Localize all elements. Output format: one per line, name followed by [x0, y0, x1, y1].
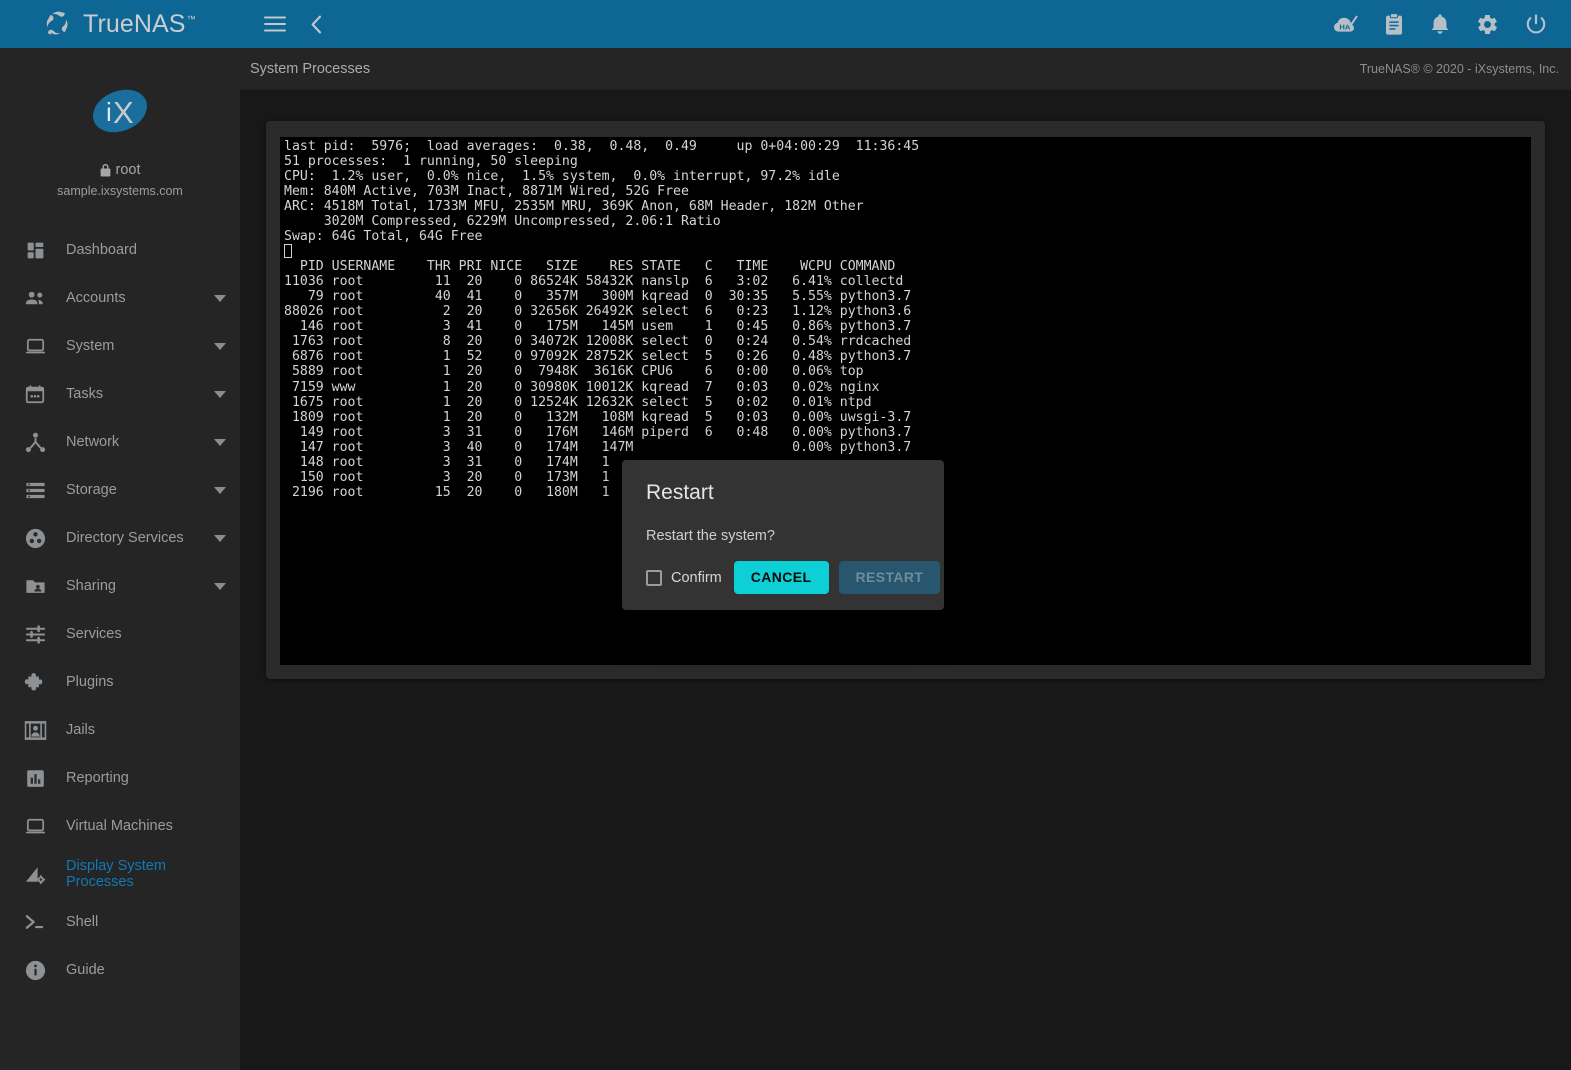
sidebar-item-tasks[interactable]: Tasks — [0, 370, 240, 418]
dialog-actions: Confirm CANCEL RESTART — [646, 561, 941, 594]
chevron-down-icon[interactable] — [214, 582, 226, 590]
sidebar-item-shell[interactable]: Shell — [0, 898, 240, 946]
sidebar-item-plugins[interactable]: Plugins — [0, 658, 240, 706]
copyright-label: TrueNAS® © 2020 - iXsystems, Inc. — [1359, 61, 1559, 76]
dialog-message: Restart the system? — [646, 528, 775, 544]
ha-status-icon[interactable]: HA — [1332, 13, 1358, 35]
svg-text:i: i — [106, 97, 112, 127]
chevron-left-icon[interactable] — [310, 15, 322, 34]
network-tree-icon — [22, 429, 48, 455]
monitor-icon — [22, 813, 48, 839]
sidebar-item-system[interactable]: System — [0, 322, 240, 370]
processes-gear-icon — [22, 861, 48, 887]
toolbar-right-group: HA — [1332, 12, 1547, 36]
top-toolbar: HA — [240, 0, 1571, 48]
sidebar-nav: Dashboard Accounts System Tasks Network — [0, 220, 240, 1070]
sidebar-item-directory-services[interactable]: Directory Services — [0, 514, 240, 562]
sidebar-item-storage[interactable]: Storage — [0, 466, 240, 514]
sidebar-item-sharing[interactable]: Sharing — [0, 562, 240, 610]
sidebar-item-virtual-machines[interactable]: Virtual Machines — [0, 802, 240, 850]
sidebar-item-label: Services — [66, 626, 122, 642]
laptop-icon — [22, 333, 48, 359]
people-icon — [22, 285, 48, 311]
sidebar-item-label: Virtual Machines — [66, 818, 173, 834]
settings-gear-icon[interactable] — [1476, 13, 1499, 36]
chevron-down-icon[interactable] — [214, 534, 226, 542]
calendar-icon — [22, 381, 48, 407]
hostname-label: sample.ixsystems.com — [57, 184, 183, 198]
chevron-down-icon[interactable] — [214, 390, 226, 398]
user-profile-block: i X root sample.ixsystems.com — [0, 48, 240, 220]
puzzle-piece-icon — [22, 669, 48, 695]
sidebar-item-display-system-processes[interactable]: Display System Processes — [0, 850, 240, 898]
sidebar-item-guide[interactable]: Guide — [0, 946, 240, 994]
breadcrumb-bar: System Processes TrueNAS® © 2020 - iXsys… — [240, 48, 1571, 90]
sidebar-item-dashboard[interactable]: Dashboard — [0, 226, 240, 274]
directory-services-icon — [22, 525, 48, 551]
sidebar-item-label: Guide — [66, 962, 105, 978]
dialog-title: Restart — [646, 481, 714, 504]
sidebar-item-reporting[interactable]: Reporting — [0, 754, 240, 802]
jobs-clipboard-icon[interactable] — [1384, 12, 1404, 36]
brand-header[interactable]: TrueNAS™ — [0, 0, 240, 48]
dashboard-icon — [22, 237, 48, 263]
checkbox-unchecked-icon[interactable] — [646, 569, 662, 586]
sidebar-item-label: Shell — [66, 914, 99, 930]
brand-title: TrueNAS™ — [83, 9, 196, 38]
sidebar: TrueNAS™ i X root sample.ixsystems.com D… — [0, 0, 240, 1070]
username-row: root — [100, 162, 141, 178]
power-icon[interactable] — [1525, 13, 1547, 36]
lock-icon — [100, 163, 111, 177]
page-title: System Processes — [250, 60, 371, 77]
truenas-swirl-logo-icon — [42, 9, 72, 39]
toolbar-left-group — [264, 15, 322, 34]
sidebar-item-label: Network — [66, 434, 120, 450]
storage-list-icon — [22, 477, 48, 503]
restart-button: RESTART — [838, 561, 941, 594]
username-label: root — [115, 162, 141, 178]
sidebar-item-network[interactable]: Network — [0, 418, 240, 466]
cancel-button[interactable]: CANCEL — [733, 561, 829, 594]
chevron-down-icon[interactable] — [214, 438, 226, 446]
brand-trademark: ™ — [186, 13, 196, 24]
folder-shared-icon — [22, 573, 48, 599]
truenas-app-window: TrueNAS™ i X root sample.ixsystems.com D… — [0, 0, 1571, 1070]
terminal-prompt-icon — [22, 909, 48, 935]
sidebar-item-label: Display System Processes — [66, 858, 166, 890]
chevron-down-icon[interactable] — [214, 294, 226, 302]
sliders-icon — [22, 621, 48, 647]
confirm-checkbox-label: Confirm — [671, 569, 722, 586]
chevron-down-icon[interactable] — [214, 342, 226, 350]
svg-text:X: X — [113, 95, 134, 130]
sidebar-item-label: Directory Services — [66, 530, 184, 546]
bar-chart-icon — [22, 765, 48, 791]
sidebar-item-label: Tasks — [66, 386, 104, 402]
sidebar-item-label: Accounts — [66, 290, 126, 306]
sidebar-item-label: Sharing — [66, 578, 116, 594]
sidebar-item-label: Storage — [66, 482, 117, 498]
chevron-down-icon[interactable] — [214, 486, 226, 494]
hamburger-menu-icon[interactable] — [264, 16, 286, 32]
sidebar-item-label: Reporting — [66, 770, 129, 786]
sidebar-item-services[interactable]: Services — [0, 610, 240, 658]
notifications-bell-icon[interactable] — [1430, 13, 1450, 36]
terminal-cursor — [284, 244, 292, 259]
sidebar-item-label: Dashboard — [66, 242, 137, 258]
info-circle-icon — [22, 957, 48, 983]
confirm-checkbox[interactable]: Confirm — [646, 569, 724, 586]
restart-confirm-dialog: Restart Restart the system? Confirm CANC… — [622, 460, 944, 610]
sidebar-item-label: Plugins — [66, 674, 114, 690]
sidebar-item-jails[interactable]: Jails — [0, 706, 240, 754]
sidebar-item-accounts[interactable]: Accounts — [0, 274, 240, 322]
ix-oval-logo-icon: i X — [89, 82, 151, 140]
sidebar-item-label: Jails — [66, 722, 96, 738]
sidebar-item-label: System — [66, 338, 115, 354]
jail-bars-icon — [22, 717, 48, 743]
